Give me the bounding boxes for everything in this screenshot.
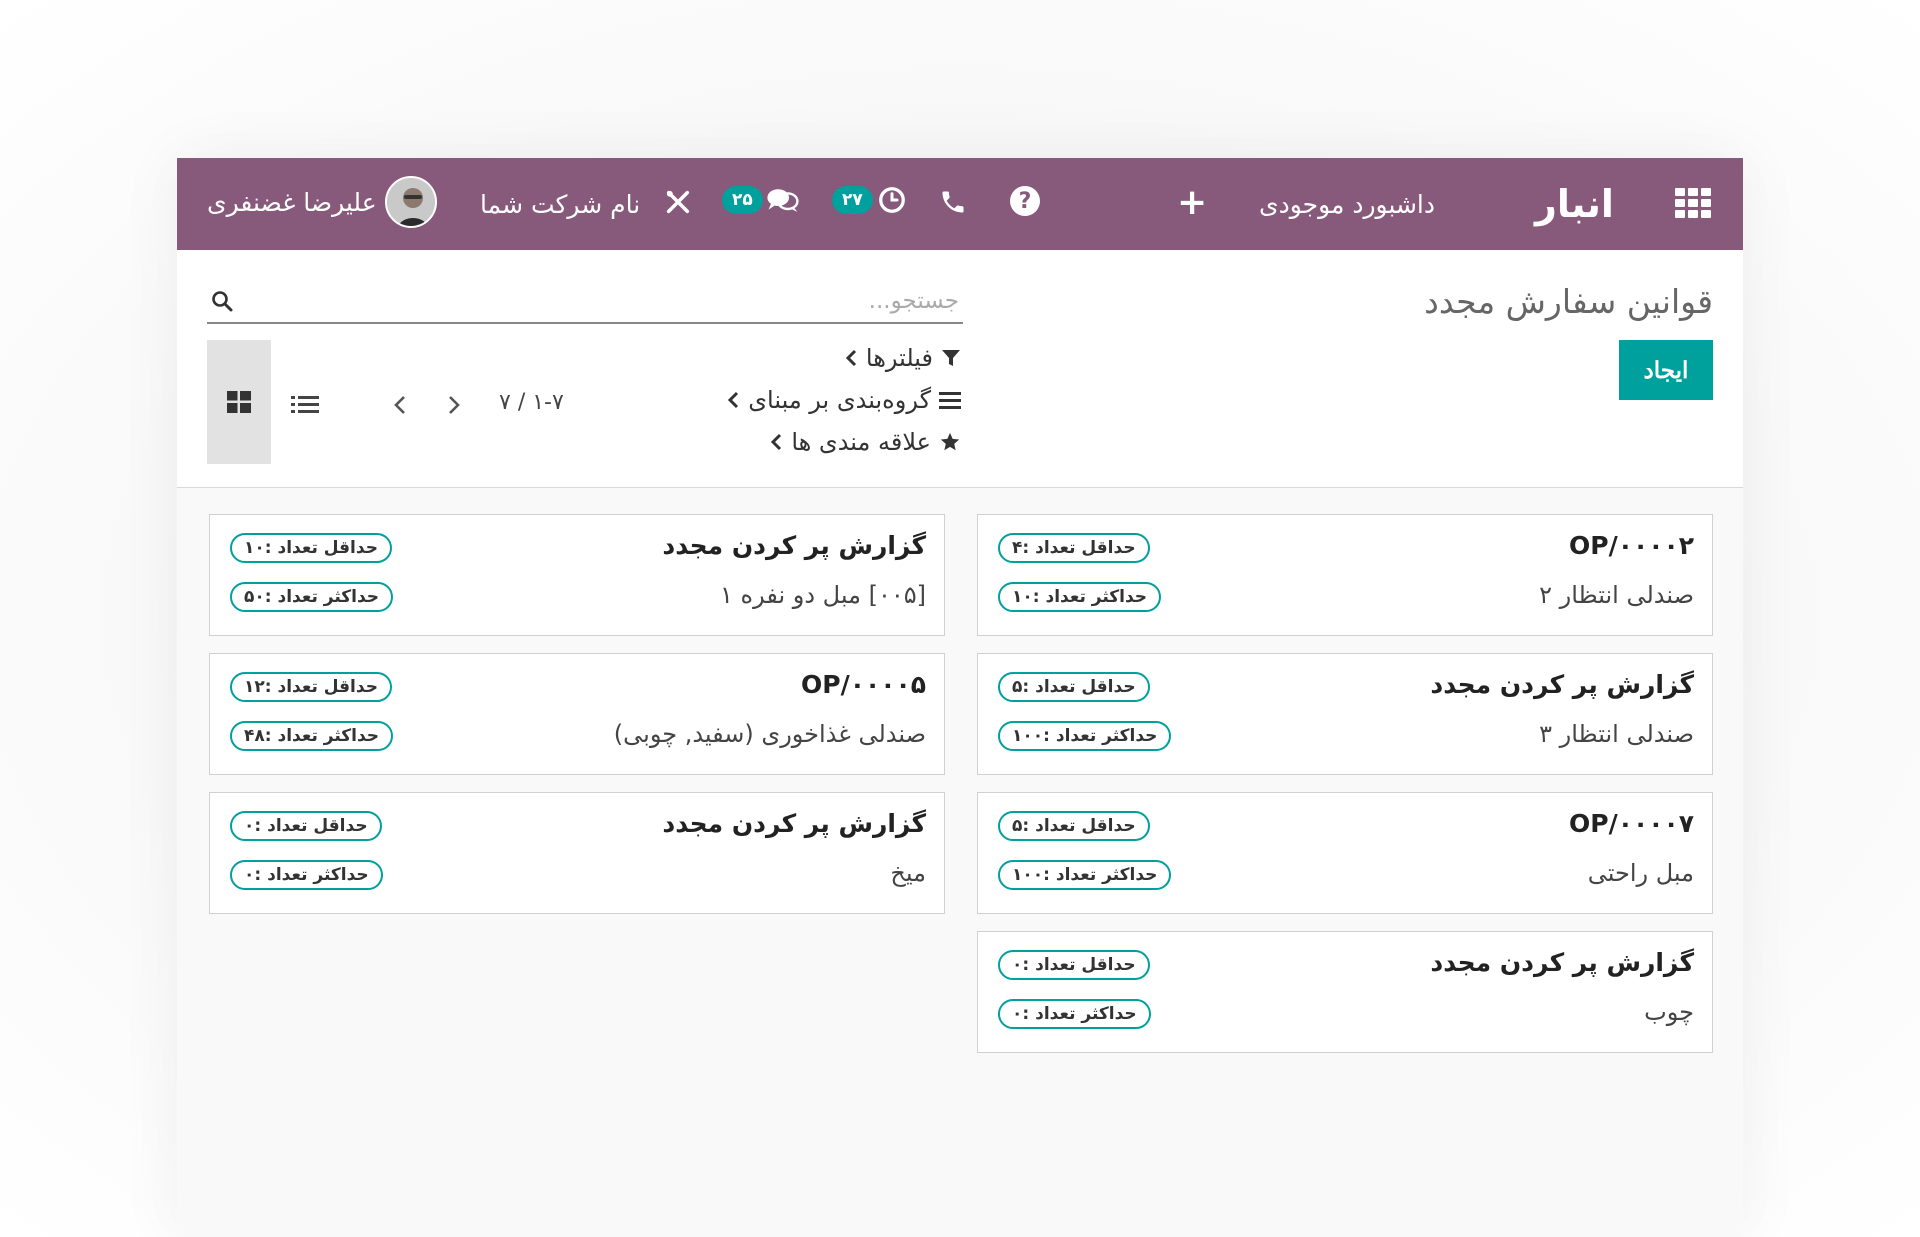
pager-value[interactable]: ۱-۷ / ۷ [499, 390, 564, 415]
kanban-card[interactable]: OP/۰۰۰۰۵ صندلی غذاخوری (سفید, چوبی) حداق… [209, 653, 945, 775]
wrench-cross-icon [666, 190, 690, 214]
user-name: علیرضا غضنفری [207, 187, 377, 217]
card-product: چوب [1644, 998, 1694, 1026]
card-title: گزارش پر کردن مجدد [662, 809, 926, 838]
chevron-left-icon [845, 349, 856, 367]
search-icon[interactable] [207, 286, 237, 316]
list-icon [291, 396, 319, 413]
kanban-view-button[interactable] [207, 340, 271, 464]
card-product: صندلی انتظار ۳ [1539, 720, 1694, 748]
kanban-card[interactable]: OP/۰۰۰۰۷ مبل راحتی حداقل تعداد :۵ حداکثر… [977, 792, 1713, 914]
debug-tools-icon[interactable] [664, 186, 694, 218]
min-qty-tag: حداقل تعداد :۵ [998, 672, 1150, 702]
min-qty-tag: حداقل تعداد :۵ [998, 811, 1150, 841]
groupby-label: گروه‌بندی بر مبنای [748, 386, 931, 414]
help-icon[interactable]: ? [1010, 186, 1040, 216]
card-product: صندلی انتظار ۲ [1539, 581, 1694, 609]
min-qty-tag: حداقل تعداد :۰ [230, 811, 382, 841]
min-qty-tag: حداقل تعداد :۱۰ [230, 533, 392, 563]
clock-icon [878, 187, 905, 213]
kanban-card[interactable]: گزارش پر کردن مجدد [۰۰۵] مبل دو نفره ۱ ح… [209, 514, 945, 636]
card-product: [۰۰۵] مبل دو نفره ۱ [719, 581, 926, 609]
filters-label: فیلترها [865, 344, 933, 372]
pager-next-button[interactable] [439, 388, 469, 422]
chevron-left-icon [728, 391, 739, 409]
card-title: گزارش پر کردن مجدد [1430, 948, 1694, 977]
search-bar [207, 280, 963, 324]
kanban-card[interactable]: OP/۰۰۰۰۲ صندلی انتظار ۲ حداقل تعداد :۴ ح… [977, 514, 1713, 636]
menu-inventory-dashboard[interactable]: داشبورد موجودی [1259, 184, 1435, 224]
favorites-label: علاقه مندی ها [791, 428, 931, 456]
control-panel: قوانین سفارش مجدد ایجاد فیلترها [177, 250, 1743, 488]
apps-grid-icon[interactable] [1675, 188, 1713, 218]
phone-icon[interactable] [939, 186, 969, 218]
card-product: صندلی غذاخوری (سفید, چوبی) [613, 720, 926, 748]
card-title: OP/۰۰۰۰۷ [1569, 809, 1694, 838]
activity-menu[interactable]: ۲۷ [832, 180, 907, 220]
user-menu[interactable]: علیرضا غضنفری [207, 174, 437, 230]
max-qty-tag: حداکثر تعداد :۰ [230, 860, 383, 890]
app-title[interactable]: انبار [1535, 176, 1614, 232]
user-photo-icon [386, 178, 435, 226]
kanban-card[interactable]: گزارش پر کردن مجدد صندلی انتظار ۳ حداقل … [977, 653, 1713, 775]
star-icon [940, 432, 960, 451]
message-count-badge: ۲۵ [722, 186, 763, 214]
min-qty-tag: حداقل تعداد :۴ [998, 533, 1150, 563]
app-window: انبار داشبورد موجودی + ? ۲۷ ۲۵ نام شرکت … [177, 158, 1743, 1237]
chevron-left-icon [394, 396, 405, 414]
avatar [384, 176, 437, 228]
phone-glyph [942, 191, 964, 213]
kanban-card[interactable]: گزارش پر کردن مجدد چوب حداقل تعداد :۰ حد… [977, 931, 1713, 1053]
card-title: OP/۰۰۰۰۲ [1569, 531, 1694, 560]
max-qty-tag: حداکثر تعداد :۱۰۰ [998, 721, 1172, 751]
min-qty-tag: حداقل تعداد :۰ [998, 950, 1150, 980]
max-qty-tag: حداکثر تعداد :۰ [998, 999, 1151, 1029]
favorites-dropdown[interactable]: علاقه مندی ها [769, 428, 961, 456]
search-input[interactable] [237, 281, 963, 321]
kanban-card[interactable]: گزارش پر کردن مجدد میخ حداقل تعداد :۰ حد… [209, 792, 945, 914]
card-title: OP/۰۰۰۰۵ [801, 670, 926, 699]
pager-previous-button[interactable] [385, 388, 415, 422]
messaging-menu[interactable]: ۲۵ [722, 180, 801, 220]
groupby-dropdown[interactable]: گروه‌بندی بر مبنای [726, 386, 961, 414]
chevron-left-icon [771, 433, 782, 451]
quick-create-button[interactable]: + [1177, 182, 1207, 223]
max-qty-tag: حداکثر تعداد :۵۰ [230, 582, 394, 612]
bars-icon [939, 392, 961, 409]
card-product: مبل راحتی [1587, 859, 1694, 887]
filters-dropdown[interactable]: فیلترها [844, 344, 961, 372]
max-qty-tag: حداکثر تعداد :۴۸ [230, 721, 394, 751]
card-title: گزارش پر کردن مجدد [662, 531, 926, 560]
max-qty-tag: حداکثر تعداد :۱۰۰ [998, 860, 1172, 890]
page-title: قوانین سفارش مجدد [1424, 282, 1713, 321]
company-switcher[interactable]: نام شرکت شما [480, 184, 640, 224]
max-qty-tag: حداکثر تعداد :۱۰ [998, 582, 1162, 612]
min-qty-tag: حداقل تعداد :۱۲ [230, 672, 392, 702]
card-title: گزارش پر کردن مجدد [1430, 670, 1694, 699]
kanban-grid-icon [227, 391, 251, 413]
activity-count-badge: ۲۷ [832, 186, 873, 214]
funnel-icon [942, 350, 960, 366]
top-navbar: انبار داشبورد موجودی + ? ۲۷ ۲۵ نام شرکت … [177, 158, 1743, 250]
chevron-right-icon [449, 396, 460, 414]
create-button[interactable]: ایجاد [1619, 340, 1713, 400]
card-product: میخ [890, 859, 926, 887]
list-view-button[interactable] [285, 390, 325, 420]
chat-icon [767, 189, 799, 212]
